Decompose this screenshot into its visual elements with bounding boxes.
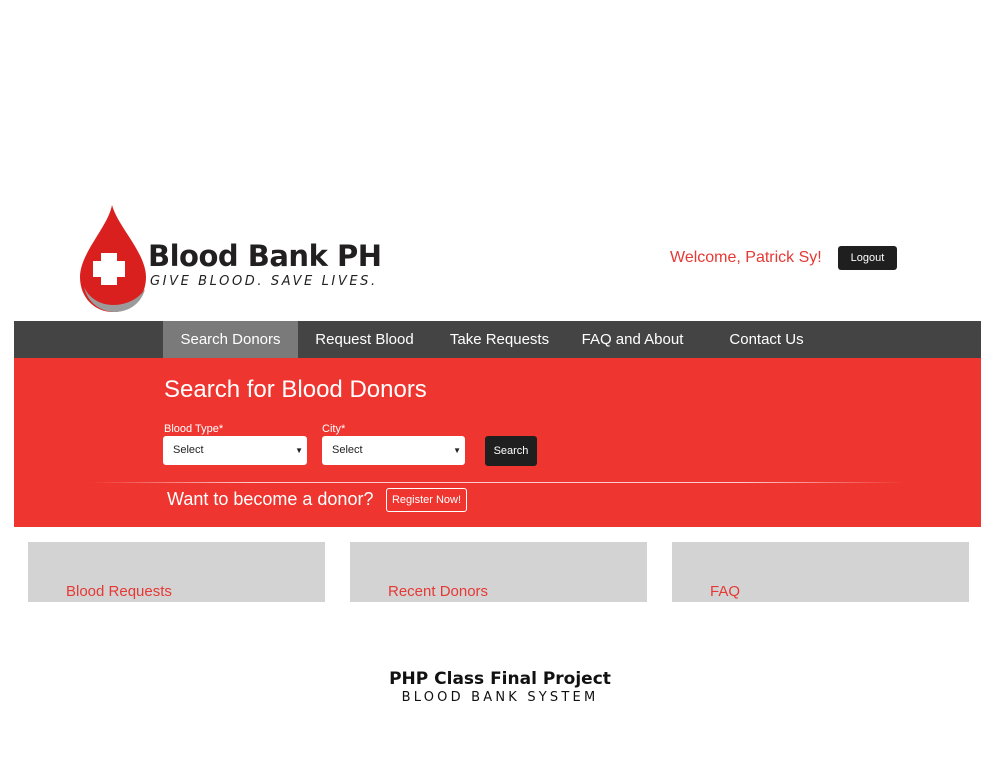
nav-request-blood[interactable]: Request Blood — [302, 321, 427, 358]
welcome-message: Welcome, Patrick Sy! — [670, 249, 822, 266]
brand-name: Blood Bank PH — [148, 239, 382, 273]
search-button[interactable]: Search — [485, 436, 537, 466]
become-donor-text: Want to become a donor? — [167, 489, 374, 509]
dropdown-caret-icon: ▼ — [453, 446, 461, 455]
faq-panel: FAQ — [672, 542, 969, 602]
panel-title[interactable]: Recent Donors — [388, 583, 488, 600]
city-label: City* — [322, 423, 346, 435]
nav-faq-about[interactable]: FAQ and About — [570, 321, 695, 358]
brand-tagline: GIVE BLOOD. SAVE LIVES. — [150, 274, 378, 289]
donor-search-section: Search for Blood Donors Blood Type* Sele… — [14, 358, 981, 527]
register-button[interactable]: Register Now! — [386, 488, 467, 512]
blood-drop-cross-icon — [80, 205, 146, 312]
logout-button[interactable]: Logout — [838, 246, 897, 270]
city-selected-value: Select — [332, 444, 363, 456]
blood-type-selected-value: Select — [173, 444, 204, 456]
panel-title[interactable]: FAQ — [710, 583, 740, 600]
panel-title[interactable]: Blood Requests — [66, 583, 172, 600]
main-nav: Search Donors Request Blood Take Request… — [14, 321, 981, 358]
blood-type-select[interactable]: Select ▼ — [163, 436, 307, 465]
nav-contact-us[interactable]: Contact Us — [714, 321, 819, 358]
nav-take-requests[interactable]: Take Requests — [437, 321, 562, 358]
blood-requests-panel: Blood Requests — [28, 542, 325, 602]
search-title: Search for Blood Donors — [164, 376, 427, 403]
blood-type-label: Blood Type* — [164, 423, 224, 435]
nav-search-donors[interactable]: Search Donors — [163, 321, 298, 358]
site-logo[interactable]: Blood Bank PH GIVE BLOOD. SAVE LIVES. — [78, 205, 382, 315]
project-subtitle: BLOOD BANK SYSTEM — [401, 690, 599, 705]
recent-donors-panel: Recent Donors — [350, 542, 647, 602]
section-divider — [89, 482, 906, 483]
project-title: PHP Class Final Project — [389, 669, 611, 689]
dropdown-caret-icon: ▼ — [295, 446, 303, 455]
city-select[interactable]: Select ▼ — [322, 436, 465, 465]
